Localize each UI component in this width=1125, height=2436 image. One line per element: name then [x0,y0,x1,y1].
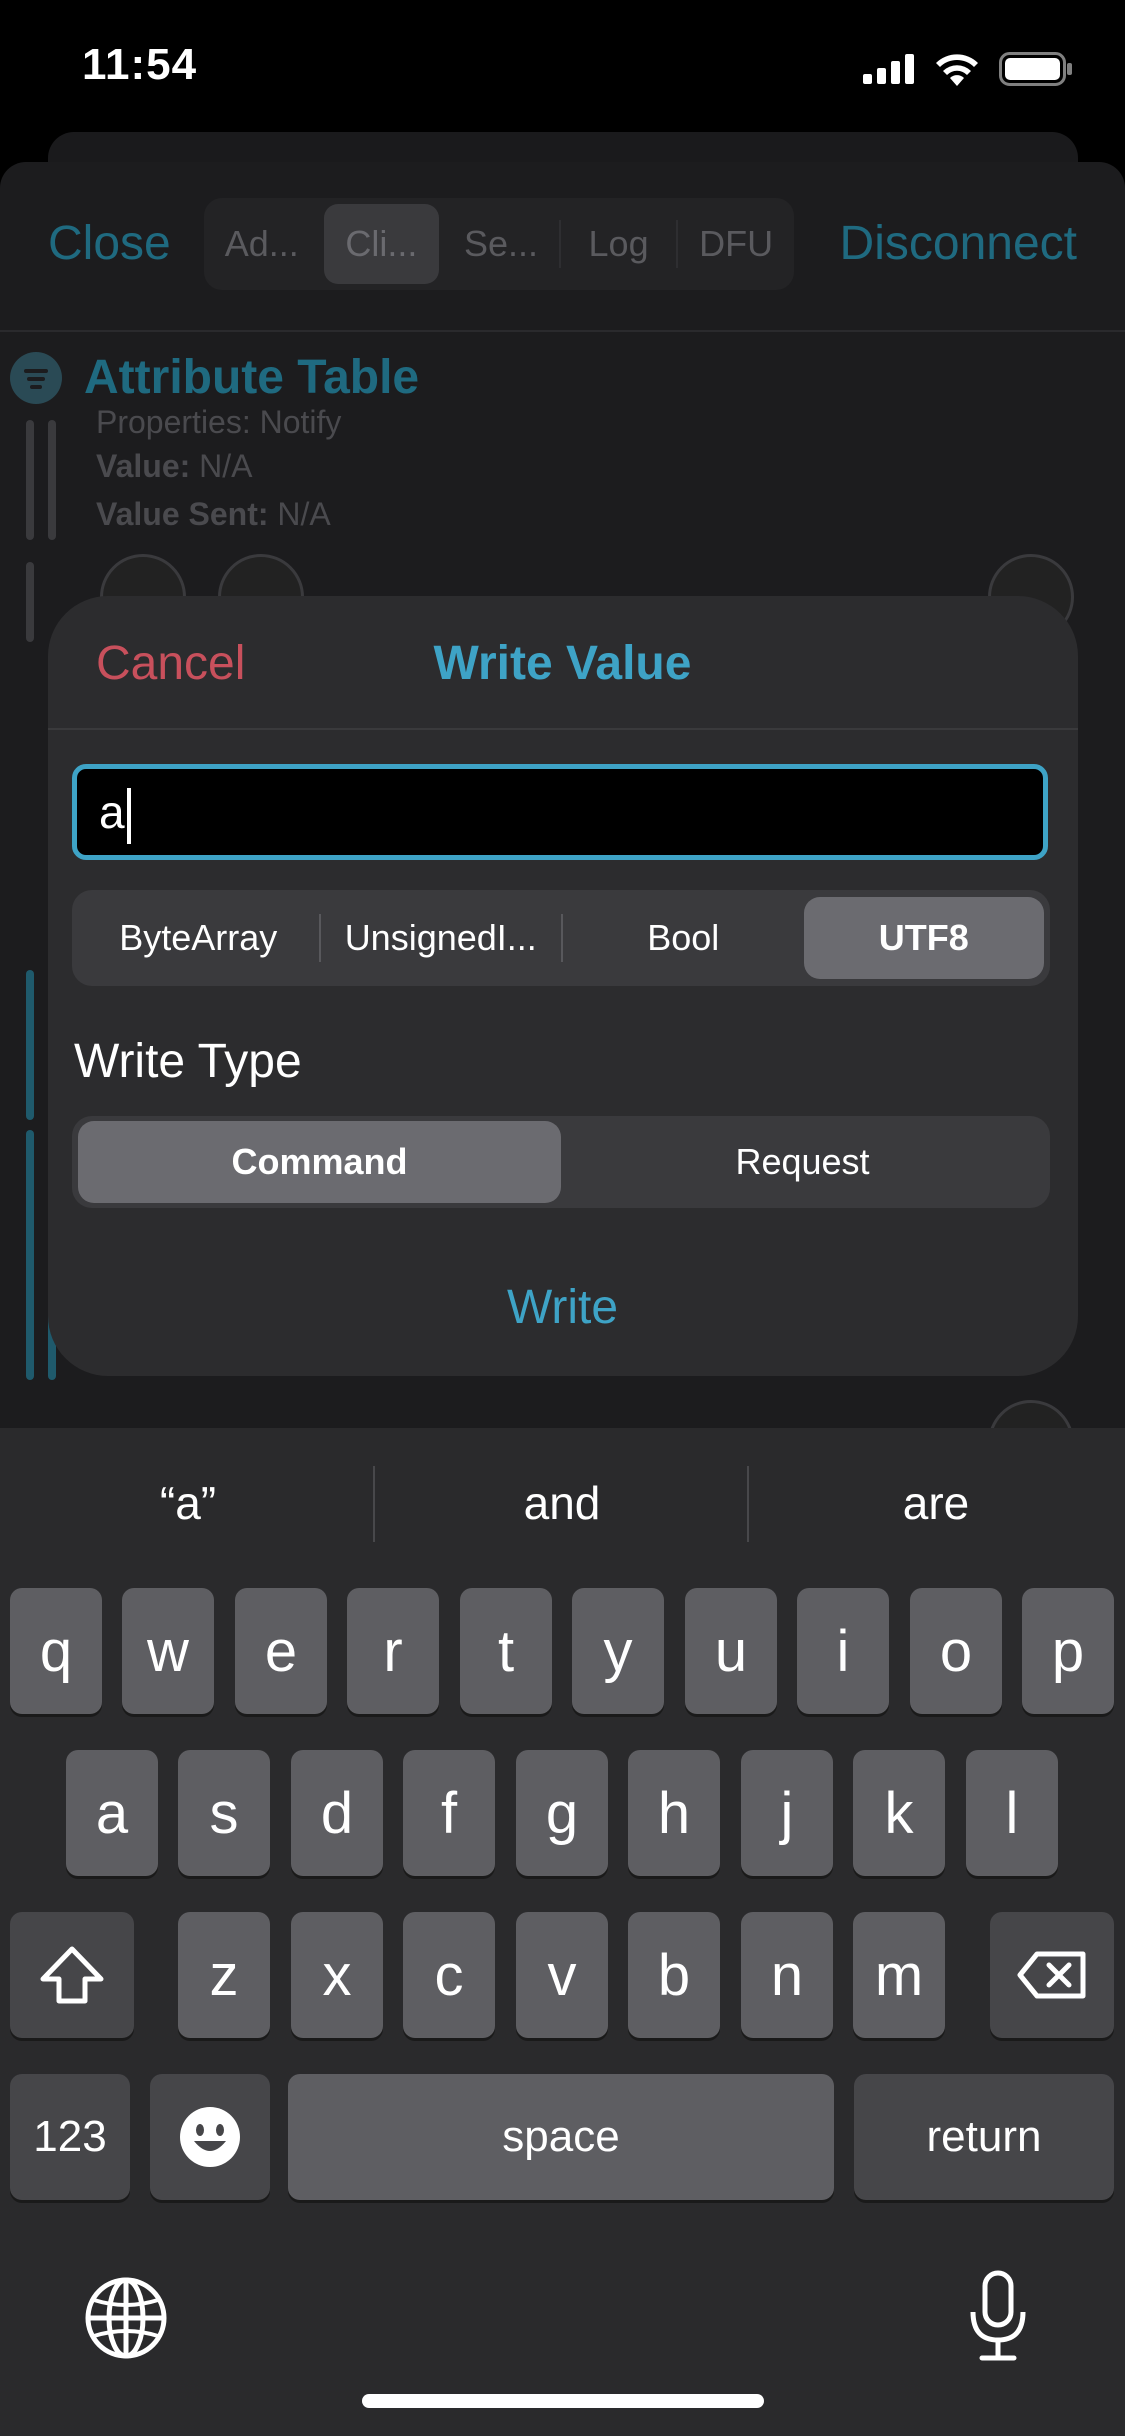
suggestion-1[interactable]: “a” [3,1476,373,1530]
format-segmented-control: ByteArray UnsignedI... Bool UTF8 [72,890,1050,986]
tree-indicator [26,1130,34,1380]
write-button[interactable]: Write [0,1280,1125,1335]
tree-indicator [26,970,34,1120]
key-l[interactable]: l [966,1750,1058,1876]
tab-dfu[interactable]: DFU [678,204,794,284]
battery-icon [999,52,1072,86]
key-g[interactable]: g [516,1750,608,1876]
key-e[interactable]: e [235,1588,327,1714]
write-type-segmented-control: Command Request [72,1116,1050,1208]
key-w[interactable]: w [122,1588,214,1714]
key-s[interactable]: s [178,1750,270,1876]
dialog-title: Write Value [433,637,692,690]
write-type-command[interactable]: Command [78,1121,561,1203]
write-type-request[interactable]: Request [561,1121,1044,1203]
value-label: Value: [96,448,191,484]
tree-indicator [48,420,56,540]
delete-key[interactable] [990,1912,1114,2038]
value-sent-row: Value Sent: N/A [96,496,331,533]
key-m[interactable]: m [853,1912,945,2038]
dialog-divider [48,728,1078,730]
key-d[interactable]: d [291,1750,383,1876]
key-u[interactable]: u [685,1588,777,1714]
tab-client[interactable]: Cli... [323,204,440,284]
key-t[interactable]: t [460,1588,552,1714]
text-caret [126,787,131,844]
key-c[interactable]: c [403,1912,495,2038]
status-time: 11:54 [82,40,198,89]
status-icons [863,52,1073,86]
tree-indicator [26,420,34,540]
value-text: N/A [199,448,253,484]
emoji-key[interactable] [150,2074,270,2200]
value-sent-text: N/A [277,496,331,532]
value-input-text: a [99,786,125,838]
key-q[interactable]: q [10,1588,102,1714]
write-value-dialog [48,596,1078,1376]
shift-key[interactable] [10,1912,134,2038]
key-a[interactable]: a [66,1750,158,1876]
key-n[interactable]: n [741,1912,833,2038]
suggestion-2[interactable]: and [377,1476,747,1530]
key-f[interactable]: f [403,1750,495,1876]
return-key[interactable]: return [854,2074,1114,2200]
format-utf8[interactable]: UTF8 [803,897,1044,979]
value-row: Value: N/A [96,448,253,485]
tab-server[interactable]: Se... [443,204,559,284]
nav-divider [0,330,1125,332]
format-bool[interactable]: Bool [563,897,804,979]
properties-text: Properties: Notify [96,404,342,440]
suggestion-divider [373,1466,375,1542]
key-b[interactable]: b [628,1912,720,2038]
key-j[interactable]: j [741,1750,833,1876]
backspace-icon [1017,1951,1086,1999]
key-o[interactable]: o [910,1588,1002,1714]
tab-log[interactable]: Log [561,204,677,284]
value-input[interactable]: a [72,764,1048,860]
key-y[interactable]: y [572,1588,664,1714]
disconnect-button[interactable]: Disconnect [840,216,1077,271]
numbers-key[interactable]: 123 [10,2074,130,2200]
key-v[interactable]: v [516,1912,608,2038]
wifi-icon [936,54,978,86]
key-h[interactable]: h [628,1750,720,1876]
value-sent-label: Value Sent: [96,496,269,532]
write-type-label: Write Type [74,1035,302,1088]
home-indicator[interactable] [362,2394,764,2408]
shift-icon [40,1946,104,2004]
tab-advertisement[interactable]: Ad... [204,204,320,284]
key-z[interactable]: z [178,1912,270,2038]
dictation-key[interactable] [968,2270,1028,2367]
suggestion-divider [747,1466,749,1542]
close-button[interactable]: Close [48,216,171,271]
suggestion-3[interactable]: are [751,1476,1121,1530]
microphone-icon [970,2270,1026,2361]
format-unsigned-int[interactable]: UnsignedI... [321,897,562,979]
globe-key[interactable] [84,2276,168,2365]
key-i[interactable]: i [797,1588,889,1714]
attribute-table-title: Attribute Table [84,351,420,404]
key-p[interactable]: p [1022,1588,1114,1714]
tree-indicator [26,562,34,642]
key-x[interactable]: x [291,1912,383,2038]
globe-icon [85,2277,167,2359]
list-filter-icon[interactable] [10,352,62,404]
emoji-icon [180,2107,240,2167]
tab-bar: Ad... Cli... Se... Log DFU [204,198,794,290]
key-r[interactable]: r [347,1588,439,1714]
cellular-signal-icon [863,54,914,84]
space-key[interactable]: space [288,2074,834,2200]
format-bytearray[interactable]: ByteArray [78,897,319,979]
key-k[interactable]: k [853,1750,945,1876]
